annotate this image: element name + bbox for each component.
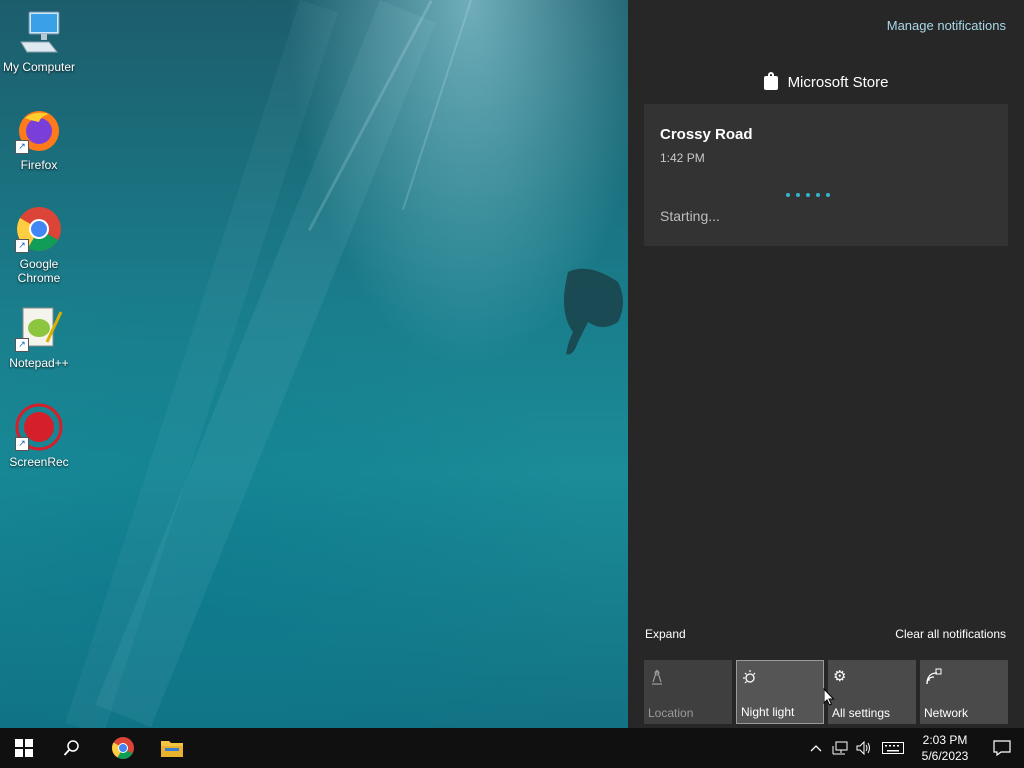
firefox-icon: ↗: [15, 106, 63, 154]
notification-time: 1:42 PM: [660, 151, 705, 165]
computer-icon: [15, 8, 63, 56]
desktop-icon-firefox[interactable]: ↗ Firefox: [1, 106, 77, 172]
night-light-icon: [742, 669, 760, 687]
quick-action-label: All settings: [832, 706, 891, 720]
quick-action-label: Network: [924, 706, 969, 720]
search-icon: [63, 740, 79, 756]
desktop-icon-label: ScreenRec: [9, 455, 69, 469]
clock-time: 2:03 PM: [922, 733, 968, 747]
desktop-icon-screenrec[interactable]: ↗ ScreenRec: [1, 403, 77, 469]
notification-title: Crossy Road: [660, 126, 753, 143]
desktop-icon-label: Notepad++: [9, 356, 69, 370]
loading-dots-icon: [786, 193, 830, 197]
taskbar-file-explorer-button[interactable]: [148, 728, 196, 768]
chrome-icon: ↗: [15, 205, 63, 253]
network-status-icon[interactable]: [828, 728, 852, 768]
expand-link[interactable]: Expand: [645, 627, 686, 641]
clock-date: 5/6/2023: [921, 749, 969, 763]
start-button[interactable]: [0, 728, 48, 768]
desktop-icon-label: My Computer: [2, 60, 76, 74]
notification-card[interactable]: Crossy Road 1:42 PM Starting...: [644, 104, 1008, 246]
volume-icon[interactable]: [852, 728, 876, 768]
network-icon: [925, 668, 943, 686]
mouse-cursor-icon: [823, 688, 835, 706]
start-icon: [15, 739, 33, 757]
quick-action-location[interactable]: Location: [644, 660, 732, 724]
shortcut-arrow-icon: ↗: [15, 140, 29, 154]
gear-icon: ⚙: [833, 668, 847, 685]
app-name: Microsoft Store: [787, 74, 889, 91]
desktop-icon-google-chrome[interactable]: ↗ Google Chrome: [1, 205, 77, 285]
quick-action-all-settings[interactable]: ⚙ All settings: [828, 660, 916, 724]
taskbar: 2:03 PM 5/6/2023: [0, 728, 1024, 768]
chevron-up-icon[interactable]: [804, 728, 828, 768]
desktop-icon-my-computer[interactable]: My Computer: [1, 8, 77, 74]
desktop-icon-label: Firefox: [20, 158, 58, 172]
screenrec-icon: ↗: [15, 403, 63, 451]
desktop-icon-label: Google Chrome: [17, 257, 61, 285]
taskbar-chrome-button[interactable]: [99, 728, 147, 768]
keyboard-icon[interactable]: [876, 728, 910, 768]
store-bag-icon: [763, 71, 778, 90]
shortcut-arrow-icon: ↗: [15, 437, 29, 451]
action-center-button[interactable]: [980, 728, 1024, 768]
shortcut-arrow-icon: ↗: [15, 338, 29, 352]
chrome-icon: [112, 737, 134, 759]
quick-action-label: Night light: [741, 705, 795, 719]
location-icon: [649, 668, 667, 686]
taskbar-clock[interactable]: 2:03 PM 5/6/2023: [914, 732, 976, 764]
quick-action-label: Location: [648, 706, 694, 720]
notification-app-header: Microsoft Store: [628, 71, 1024, 91]
shortcut-arrow-icon: ↗: [15, 239, 29, 253]
notepadpp-icon: ↗: [15, 304, 63, 352]
desktop-icon-notepadpp[interactable]: ↗ Notepad++: [1, 304, 77, 370]
quick-action-network[interactable]: Network: [920, 660, 1008, 724]
swimmer-silhouette: [564, 268, 623, 355]
file-explorer-icon: [161, 741, 183, 757]
system-tray: 2:03 PM 5/6/2023: [804, 728, 1024, 768]
search-button[interactable]: [48, 728, 96, 768]
notification-icon: [993, 740, 1011, 756]
clear-all-notifications-link[interactable]: Clear all notifications: [895, 627, 1006, 641]
action-center-panel: Manage notifications Microsoft Store Cro…: [628, 0, 1024, 728]
quick-action-night-light[interactable]: Night light: [736, 660, 824, 724]
manage-notifications-link[interactable]: Manage notifications: [887, 18, 1006, 33]
notification-status: Starting...: [660, 208, 720, 224]
